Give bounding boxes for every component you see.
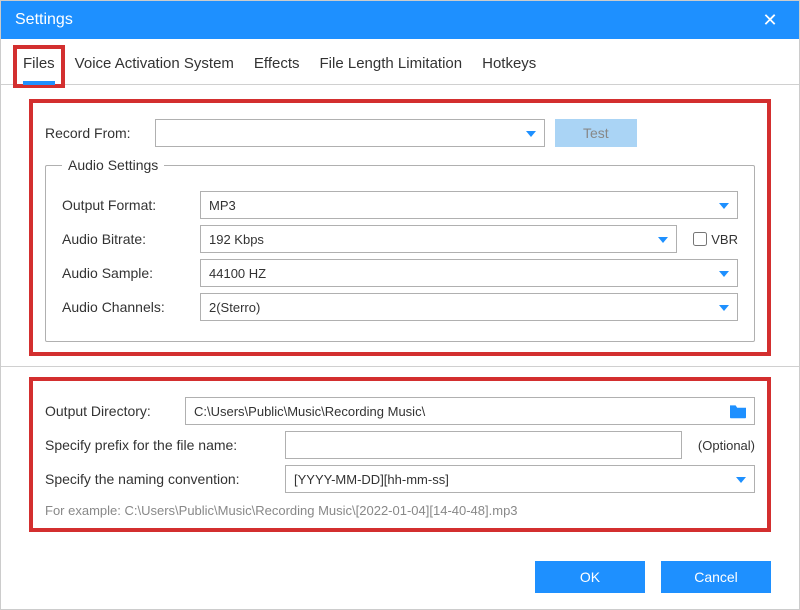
naming-value: [YYYY-MM-DD][hh-mm-ss] <box>294 472 449 487</box>
naming-select[interactable]: [YYYY-MM-DD][hh-mm-ss] <box>285 465 755 493</box>
channels-value: 2(Sterro) <box>209 300 260 315</box>
output-format-row: Output Format: MP3 <box>62 191 738 219</box>
prefix-input[interactable] <box>285 431 682 459</box>
cancel-button[interactable]: Cancel <box>661 561 771 593</box>
content-area: Record From: Test Audio Settings Output … <box>1 85 799 549</box>
audio-settings-group: Audio Settings Output Format: MP3 Audio … <box>45 157 755 342</box>
output-dir-value: C:\Users\Public\Music\Recording Music\ <box>194 404 425 419</box>
titlebar: Settings ✕ <box>1 1 799 39</box>
output-format-label: Output Format: <box>62 197 190 213</box>
settings-window: Settings ✕ Files Voice Activation System… <box>0 0 800 610</box>
footer: OK Cancel <box>1 549 799 609</box>
tab-effects[interactable]: Effects <box>248 49 306 84</box>
sample-label: Audio Sample: <box>62 265 190 281</box>
naming-label: Specify the naming convention: <box>45 471 275 487</box>
output-dir-input[interactable]: C:\Users\Public\Music\Recording Music\ <box>185 397 755 425</box>
output-section: Output Directory: C:\Users\Public\Music\… <box>29 377 771 532</box>
vbr-checkbox[interactable] <box>693 232 707 246</box>
bitrate-row: Audio Bitrate: 192 Kbps VBR <box>62 225 738 253</box>
tab-file-length[interactable]: File Length Limitation <box>314 49 469 84</box>
tab-label: File Length Limitation <box>320 55 463 72</box>
tab-label: Voice Activation System <box>75 55 234 72</box>
record-from-label: Record From: <box>45 125 145 141</box>
vbr-checkbox-wrapper[interactable]: VBR <box>693 232 738 247</box>
divider <box>1 366 799 367</box>
record-from-row: Record From: Test <box>45 119 755 147</box>
close-icon[interactable]: ✕ <box>755 10 785 31</box>
tab-label: Hotkeys <box>482 55 536 72</box>
tabs: Files Voice Activation System Effects Fi… <box>1 39 799 85</box>
ok-button[interactable]: OK <box>535 561 645 593</box>
optional-label: (Optional) <box>698 438 755 453</box>
folder-icon[interactable] <box>728 403 748 419</box>
sample-row: Audio Sample: 44100 HZ <box>62 259 738 287</box>
window-title: Settings <box>15 11 73 29</box>
prefix-label: Specify prefix for the file name: <box>45 437 275 453</box>
tab-files[interactable]: Files <box>17 49 61 84</box>
tab-hotkeys[interactable]: Hotkeys <box>476 49 542 84</box>
output-format-value: MP3 <box>209 198 236 213</box>
tab-label: Effects <box>254 55 300 72</box>
naming-row: Specify the naming convention: [YYYY-MM-… <box>45 465 755 493</box>
output-format-select[interactable]: MP3 <box>200 191 738 219</box>
prefix-row: Specify prefix for the file name: (Optio… <box>45 431 755 459</box>
tab-voice-activation[interactable]: Voice Activation System <box>69 49 240 84</box>
test-button[interactable]: Test <box>555 119 637 147</box>
audio-settings-legend: Audio Settings <box>62 157 164 173</box>
channels-row: Audio Channels: 2(Sterro) <box>62 293 738 321</box>
tab-label: Files <box>23 55 55 72</box>
recording-section: Record From: Test Audio Settings Output … <box>29 99 771 356</box>
bitrate-value: 192 Kbps <box>209 232 264 247</box>
output-dir-label: Output Directory: <box>45 403 175 419</box>
vbr-label: VBR <box>711 232 738 247</box>
record-from-select[interactable] <box>155 119 545 147</box>
bitrate-select[interactable]: 192 Kbps <box>200 225 677 253</box>
channels-select[interactable]: 2(Sterro) <box>200 293 738 321</box>
channels-label: Audio Channels: <box>62 299 190 315</box>
sample-select[interactable]: 44100 HZ <box>200 259 738 287</box>
bitrate-label: Audio Bitrate: <box>62 231 190 247</box>
output-dir-row: Output Directory: C:\Users\Public\Music\… <box>45 397 755 425</box>
example-text: For example: C:\Users\Public\Music\Recor… <box>45 503 755 518</box>
sample-value: 44100 HZ <box>209 266 266 281</box>
